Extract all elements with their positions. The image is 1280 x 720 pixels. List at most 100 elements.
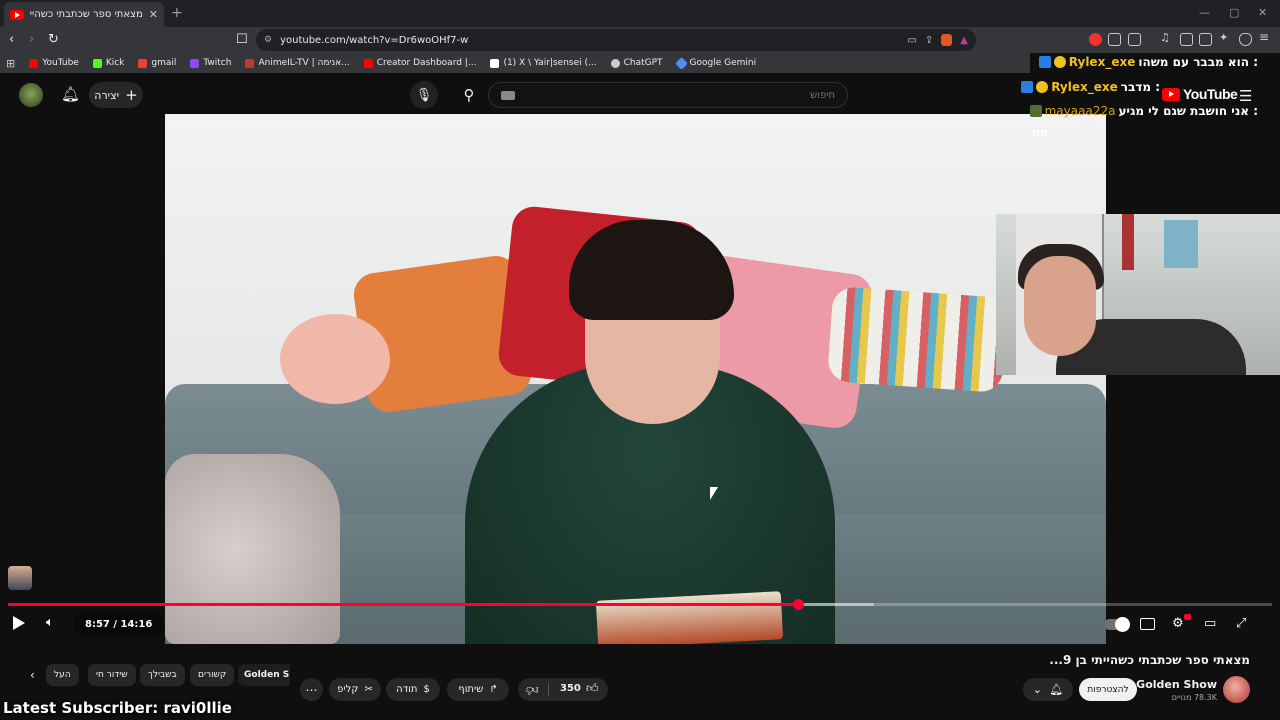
- browser-tab[interactable]: מצאתי ספר שכתבתי כשהייתי בן 9... ✕: [4, 2, 164, 27]
- minimize-button[interactable]: —: [1199, 6, 1210, 19]
- recommendation-chips: Golden Sh קשורים בשבילך שידור חי העל: [28, 664, 290, 686]
- video-player[interactable]: [165, 114, 1106, 644]
- back-icon[interactable]: ‹: [9, 32, 14, 47]
- apps-grid-icon[interactable]: ⊞: [6, 57, 15, 70]
- creator-dashboard-icon: [363, 58, 373, 68]
- chat-username: Rylex_exe: [1051, 80, 1118, 94]
- channel-avatar[interactable]: [1223, 676, 1250, 703]
- search-button-icon[interactable]: ⚲: [450, 81, 488, 109]
- user-badge-icon: [1029, 105, 1042, 117]
- thanks-button[interactable]: תודה $: [386, 678, 440, 701]
- chat-text: אני חושבת שגם לי מגיע :: [1118, 104, 1258, 118]
- brave-shield-icon[interactable]: [941, 34, 953, 46]
- sidebar-icon[interactable]: [1180, 33, 1193, 46]
- vpn-icon[interactable]: [1239, 33, 1252, 46]
- chat-message: מוד: [1030, 126, 1048, 139]
- bell-icon: 🔔︎: [1049, 683, 1064, 696]
- stream-chat-overlay: Rylex_exe הוא מבבר עם משהו : Rylex_exe מ…: [1021, 53, 1280, 143]
- plus-icon: +: [125, 86, 138, 104]
- browser-menu-icon[interactable]: ≡: [1259, 30, 1272, 44]
- chip-related[interactable]: קשורים: [190, 664, 235, 686]
- reload-icon[interactable]: ↻: [48, 32, 59, 47]
- video-blanket: [165, 454, 340, 644]
- url-text[interactable]: youtube.com/watch?v=Dr6woOHf7-w: [280, 35, 899, 46]
- verified-badge-icon: [1038, 56, 1051, 68]
- bookmark-chatgpt[interactable]: ChatGPT: [610, 58, 663, 68]
- like-dislike-bar: 👍︎ 350 👍︎: [518, 678, 608, 701]
- new-tab-button[interactable]: +: [171, 5, 183, 21]
- bookmark-twitch[interactable]: Twitch: [190, 58, 231, 68]
- share-button[interactable]: שיתוף ↱: [447, 678, 509, 701]
- media-icon[interactable]: ♫: [1160, 31, 1173, 44]
- progress-scrubber[interactable]: [793, 599, 804, 610]
- voice-search-mic-icon[interactable]: 🎙︎: [410, 81, 438, 109]
- subscribe-button[interactable]: להצטרפות: [1079, 678, 1137, 701]
- twitch-icon: [190, 58, 200, 68]
- brave-rewards-icon[interactable]: ▲: [960, 35, 968, 46]
- subtitles-icon[interactable]: [1140, 618, 1155, 630]
- clip-label: קליפ: [337, 684, 359, 695]
- tab-close-icon[interactable]: ✕: [149, 8, 158, 21]
- bookmark-x[interactable]: (1) X \ Yair|sensei (...: [490, 58, 597, 68]
- chat-text: הוא מבבר עם משהו :: [1138, 55, 1258, 69]
- screenshot-icon[interactable]: [1128, 33, 1141, 46]
- search-input[interactable]: [515, 89, 835, 101]
- create-label: יצירה: [94, 88, 120, 102]
- dislike-icon[interactable]: 👍︎: [526, 682, 539, 697]
- forward-icon[interactable]: ›: [29, 32, 34, 47]
- share-page-icon[interactable]: ⇪: [925, 35, 933, 46]
- settings-gear-icon[interactable]: ⚙: [1172, 616, 1184, 631]
- bookmark-gemini[interactable]: Google Gemini: [674, 56, 756, 70]
- notification-settings-button[interactable]: ⌄ 🔔︎: [1023, 678, 1073, 701]
- keyboard-icon[interactable]: [501, 90, 515, 100]
- autoplay-toggle[interactable]: [1104, 617, 1130, 632]
- chip-for-you[interactable]: בשבילך: [140, 664, 185, 686]
- like-icon[interactable]: 👍︎: [586, 681, 599, 696]
- notifications-bell-icon[interactable]: 🔔︎: [61, 85, 80, 103]
- bookmark-gmail[interactable]: gmail: [138, 58, 176, 68]
- play-button-icon[interactable]: [13, 616, 25, 630]
- channel-name[interactable]: Golden Show: [1136, 678, 1217, 691]
- volume-icon[interactable]: 🔈︎: [46, 615, 54, 630]
- bookmark-icon[interactable]: ☐: [236, 32, 248, 47]
- kick-icon: [92, 58, 102, 68]
- address-bar[interactable]: ⚙ youtube.com/watch?v=Dr6woOHf7-w ▭ ⇪ ▲: [256, 29, 976, 51]
- bookmark-kick[interactable]: Kick: [92, 58, 124, 68]
- user-avatar[interactable]: [19, 83, 43, 107]
- progress-played: [8, 603, 798, 606]
- extensions-icon[interactable]: [1108, 33, 1121, 46]
- like-count[interactable]: 350: [560, 683, 581, 694]
- scissors-icon: ✂: [364, 684, 373, 695]
- wallet-icon[interactable]: [1199, 33, 1212, 46]
- create-button[interactable]: יצירה +: [89, 82, 143, 108]
- like-separator: [548, 683, 549, 696]
- theater-mode-icon[interactable]: ▭: [1204, 616, 1216, 631]
- chat-username: Rylex_exe: [1068, 55, 1136, 69]
- webcam-poster: [1164, 220, 1198, 268]
- chip-channel[interactable]: Golden Sh: [238, 664, 290, 686]
- x-icon: [490, 58, 500, 68]
- clip-button[interactable]: קליפ ✂: [329, 678, 381, 701]
- time-separator: /: [109, 618, 121, 630]
- video-title: מצאתי ספר שכתבתי כשהייתי בן 9...: [1049, 653, 1250, 667]
- progress-bar[interactable]: [8, 599, 1272, 610]
- bookmark-animeil[interactable]: AnimeIL-TV | אנימה...: [245, 58, 350, 68]
- bookmark-youtube[interactable]: YouTube: [29, 58, 79, 68]
- search-box: [488, 82, 848, 108]
- record-extension-icon[interactable]: [1089, 33, 1102, 46]
- ai-icon[interactable]: ✦: [1219, 31, 1232, 44]
- hd-badge-icon: [1184, 614, 1191, 620]
- chip-uploads[interactable]: העל: [46, 664, 79, 686]
- maximize-button[interactable]: ▢: [1229, 6, 1239, 19]
- streamer-webcam: [996, 214, 1280, 375]
- window-close-button[interactable]: ✕: [1258, 6, 1267, 19]
- site-info-icon[interactable]: ⚙: [264, 35, 272, 45]
- chip-live[interactable]: שידור חי: [88, 664, 136, 686]
- cast-icon[interactable]: ▭: [907, 35, 916, 46]
- dollar-heart-icon: $: [423, 684, 430, 695]
- chat-message: Rylex_exe מדבר :: [1021, 80, 1160, 94]
- webcam-banner: [1122, 214, 1134, 270]
- more-actions-icon[interactable]: ⋯: [300, 678, 323, 701]
- bookmark-creator-dashboard[interactable]: Creator Dashboard |...: [363, 58, 476, 68]
- fullscreen-icon[interactable]: ⤢: [1236, 616, 1246, 631]
